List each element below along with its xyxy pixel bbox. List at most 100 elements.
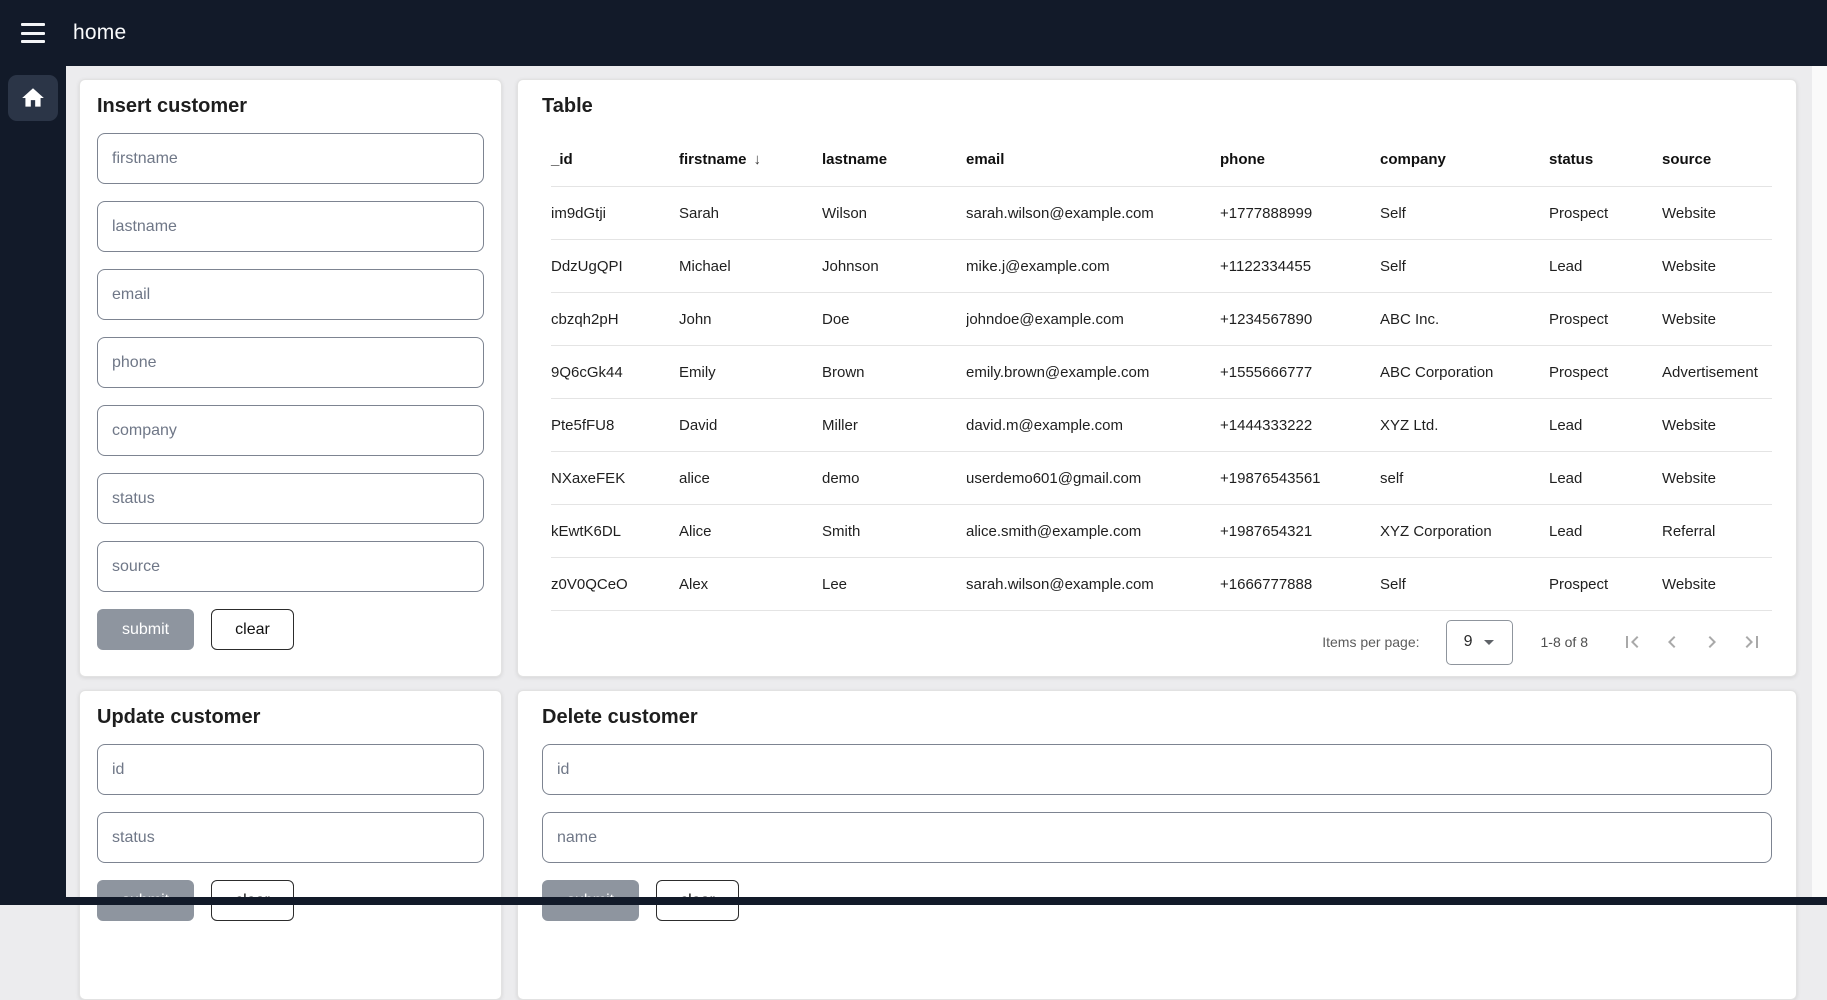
cell-email: mike.j@example.com xyxy=(966,258,1220,275)
column-label: phone xyxy=(1220,151,1265,168)
cell-source: Advertisement xyxy=(1662,364,1772,381)
cell-lastname: Johnson xyxy=(822,258,966,275)
scrollbar-track[interactable] xyxy=(1812,66,1827,905)
column-header-company[interactable]: company xyxy=(1380,151,1549,168)
column-label: lastname xyxy=(822,151,887,168)
cell-lastname: Brown xyxy=(822,364,966,381)
column-label: company xyxy=(1380,151,1446,168)
column-header-status[interactable]: status xyxy=(1549,151,1662,168)
bottom-edge xyxy=(0,897,1827,905)
cell-firstname: Sarah xyxy=(679,205,822,222)
name-input[interactable] xyxy=(542,812,1772,863)
sidebar-item-home[interactable] xyxy=(8,75,58,121)
last-page-button[interactable] xyxy=(1732,622,1772,662)
company-input[interactable] xyxy=(97,405,484,456)
column-label: source xyxy=(1662,151,1711,168)
page-title: home xyxy=(73,21,126,45)
table-row: DdzUgQPIMichaelJohnsonmike.j@example.com… xyxy=(551,239,1772,292)
column-label: status xyxy=(1549,151,1593,168)
column-header-_id[interactable]: _id xyxy=(551,151,679,168)
insert-customer-card: Insert customer submit clear xyxy=(79,79,502,677)
table-row: im9dGtjiSarahWilsonsarah.wilson@example.… xyxy=(551,186,1772,239)
card-title: Delete customer xyxy=(542,691,1772,729)
cell-email: alice.smith@example.com xyxy=(966,523,1220,540)
cell-email: emily.brown@example.com xyxy=(966,364,1220,381)
column-header-lastname[interactable]: lastname xyxy=(822,151,966,168)
cell-_id: NXaxeFEK xyxy=(551,470,679,487)
first-page-button[interactable] xyxy=(1612,622,1652,662)
cell-company: XYZ Ltd. xyxy=(1380,417,1549,434)
id-input[interactable] xyxy=(542,744,1772,795)
cell-company: ABC Corporation xyxy=(1380,364,1549,381)
update-customer-card: Update customer submit clear xyxy=(79,690,502,1000)
next-page-button[interactable] xyxy=(1692,622,1732,662)
paginator-range-label: 1-8 of 8 xyxy=(1541,634,1588,650)
cell-_id: 9Q6cGk44 xyxy=(551,364,679,381)
insert-submit-button[interactable]: submit xyxy=(97,609,194,650)
cell-lastname: Lee xyxy=(822,576,966,593)
table-row: z0V0QCeOAlexLeesarah.wilson@example.com+… xyxy=(551,557,1772,610)
cell-firstname: David xyxy=(679,417,822,434)
cell-_id: im9dGtji xyxy=(551,205,679,222)
delete-customer-card: Delete customer submit clear xyxy=(517,690,1797,1000)
column-header-phone[interactable]: phone xyxy=(1220,151,1380,168)
cell-email: johndoe@example.com xyxy=(966,311,1220,328)
cell-status: Prospect xyxy=(1549,311,1662,328)
status-input[interactable] xyxy=(97,812,484,863)
cell-firstname: Michael xyxy=(679,258,822,275)
table-row: Pte5fFU8DavidMillerdavid.m@example.com+1… xyxy=(551,398,1772,451)
cell-firstname: alice xyxy=(679,470,822,487)
cell-company: Self xyxy=(1380,576,1549,593)
cell-_id: Pte5fFU8 xyxy=(551,417,679,434)
cell-_id: z0V0QCeO xyxy=(551,576,679,593)
firstname-input[interactable] xyxy=(97,133,484,184)
sidebar xyxy=(0,66,66,905)
table-row: kEwtK6DLAliceSmithalice.smith@example.co… xyxy=(551,504,1772,557)
cell-phone: +1666777888 xyxy=(1220,576,1380,593)
column-header-email[interactable]: email xyxy=(966,151,1220,168)
cell-firstname: Alice xyxy=(679,523,822,540)
cell-source: Website xyxy=(1662,576,1772,593)
chevron-down-icon xyxy=(1484,640,1494,645)
cell-company: ABC Inc. xyxy=(1380,311,1549,328)
cell-phone: +1122334455 xyxy=(1220,258,1380,275)
previous-page-button[interactable] xyxy=(1652,622,1692,662)
insert-clear-button[interactable]: clear xyxy=(211,609,294,650)
cell-firstname: John xyxy=(679,311,822,328)
email-input[interactable] xyxy=(97,269,484,320)
column-header-firstname[interactable]: firstname↓ xyxy=(679,151,822,168)
source-input[interactable] xyxy=(97,541,484,592)
cell-email: userdemo601@gmail.com xyxy=(966,470,1220,487)
cell-status: Lead xyxy=(1549,417,1662,434)
items-per-page-label: Items per page: xyxy=(1322,634,1419,650)
page-size-value: 9 xyxy=(1464,633,1473,651)
cell-status: Lead xyxy=(1549,523,1662,540)
cell-source: Referral xyxy=(1662,523,1772,540)
cell-phone: +1987654321 xyxy=(1220,523,1380,540)
table-header-row: _id firstname↓lastname email phone company st… xyxy=(551,133,1772,186)
cell-lastname: Smith xyxy=(822,523,966,540)
table-row: NXaxeFEKalicedemouserdemo601@gmail.com+1… xyxy=(551,451,1772,504)
cell-firstname: Alex xyxy=(679,576,822,593)
chevron-left-icon xyxy=(1660,630,1684,654)
cell-phone: +19876543561 xyxy=(1220,470,1380,487)
cell-phone: +1234567890 xyxy=(1220,311,1380,328)
lastname-input[interactable] xyxy=(97,201,484,252)
page-size-select[interactable]: 9 xyxy=(1446,620,1513,665)
cell-lastname: Wilson xyxy=(822,205,966,222)
status-input[interactable] xyxy=(97,473,484,524)
cell-source: Website xyxy=(1662,470,1772,487)
cell-email: david.m@example.com xyxy=(966,417,1220,434)
cell-phone: +1444333222 xyxy=(1220,417,1380,434)
cell-email: sarah.wilson@example.com xyxy=(966,576,1220,593)
menu-icon[interactable] xyxy=(21,23,45,43)
cell-lastname: Miller xyxy=(822,417,966,434)
id-input[interactable] xyxy=(97,744,484,795)
column-header-source[interactable]: source xyxy=(1662,151,1772,168)
phone-input[interactable] xyxy=(97,337,484,388)
table-row: cbzqh2pHJohnDoejohndoe@example.com+12345… xyxy=(551,292,1772,345)
column-label: _id xyxy=(551,151,573,168)
column-label: email xyxy=(966,151,1004,168)
cell-status: Prospect xyxy=(1549,576,1662,593)
chevron-right-icon xyxy=(1700,630,1724,654)
